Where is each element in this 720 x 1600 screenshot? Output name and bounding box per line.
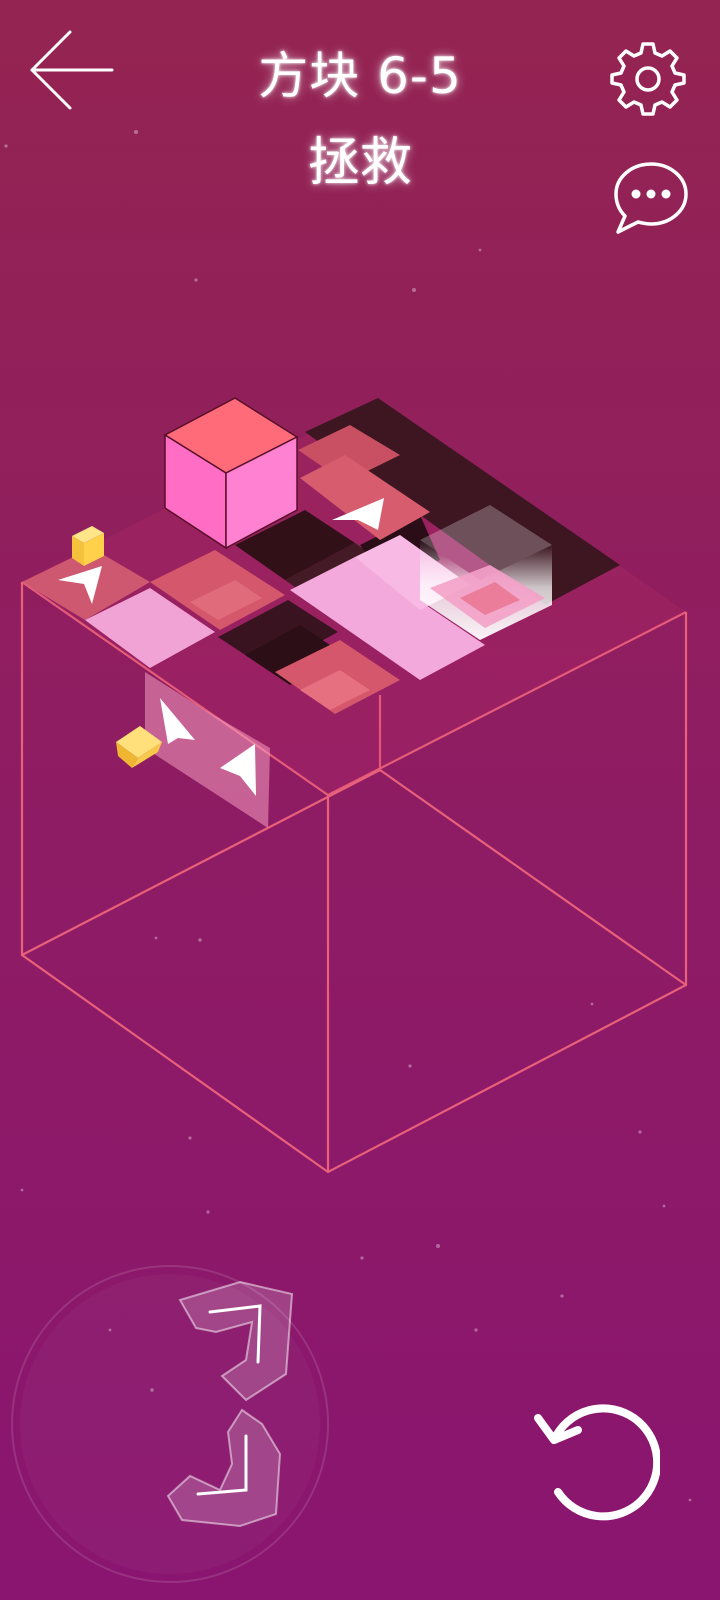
direction-pad[interactable]: [10, 1264, 340, 1594]
undo-button[interactable]: [532, 1396, 660, 1524]
direction-pad-icon: [11, 1265, 329, 1583]
undo-icon: [534, 1404, 660, 1521]
